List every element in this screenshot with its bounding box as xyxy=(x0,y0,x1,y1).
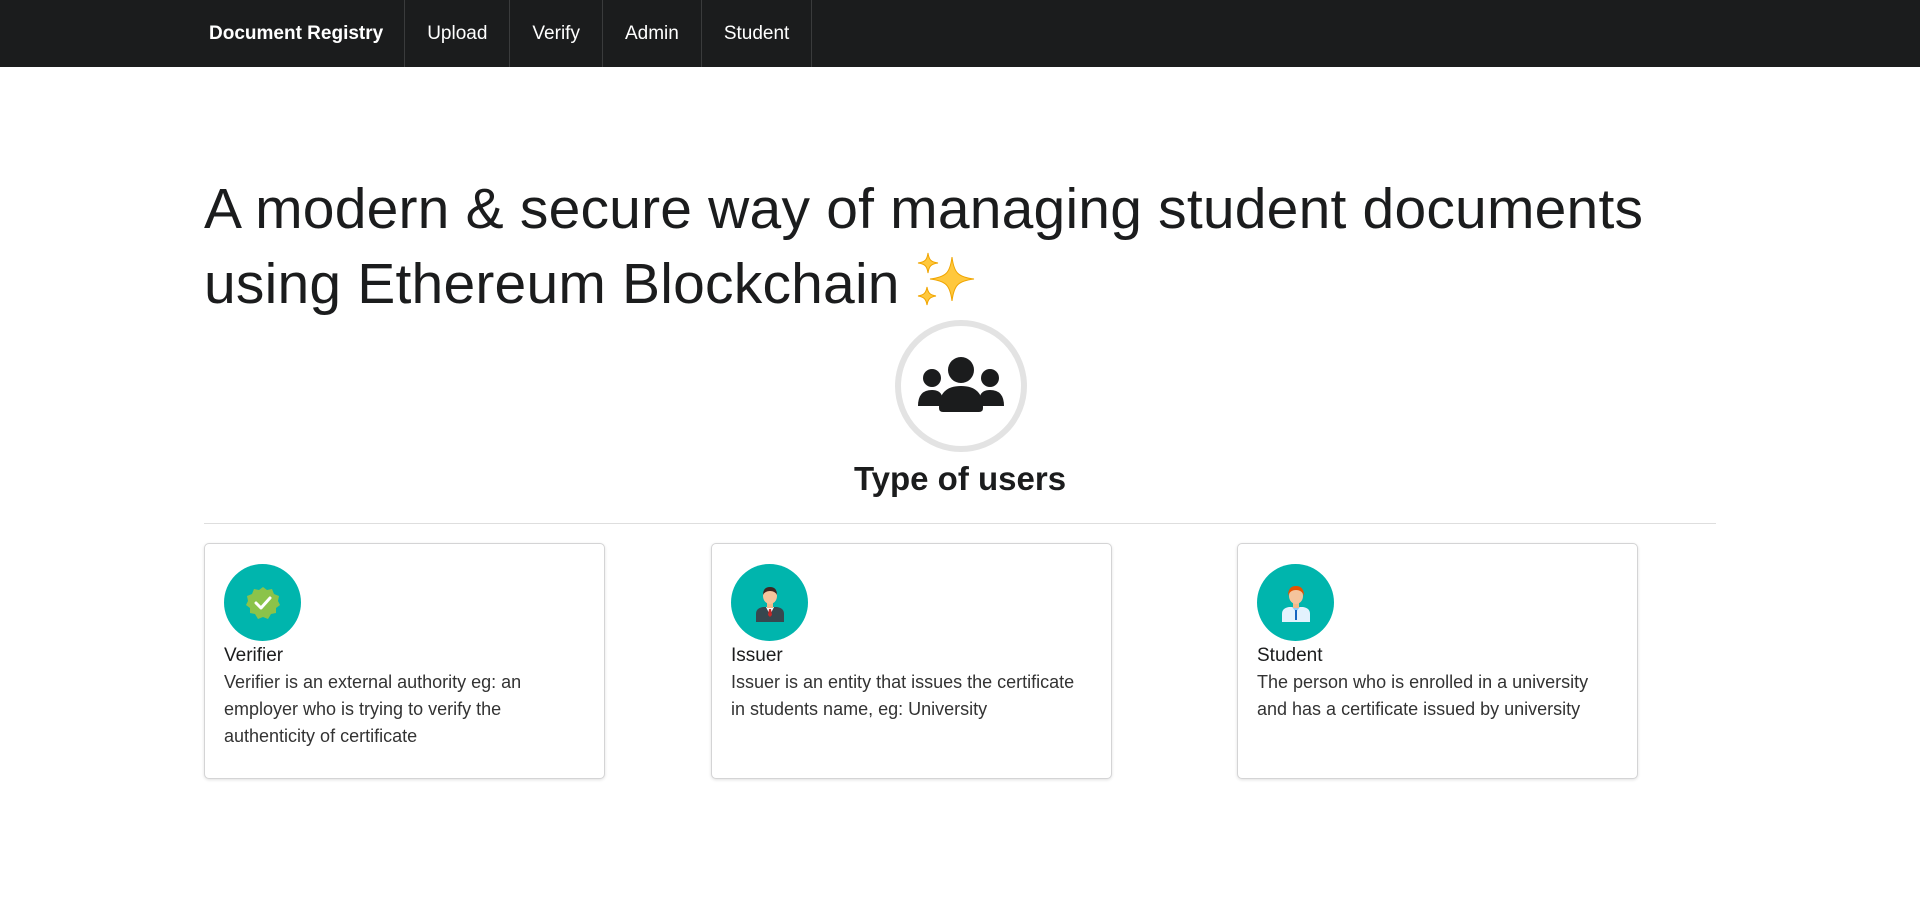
verifier-avatar xyxy=(224,564,301,641)
card-description: The person who is enrolled in a universi… xyxy=(1257,672,1589,719)
businessman-icon xyxy=(755,586,784,622)
nav-item-verify[interactable]: Verify xyxy=(510,0,603,67)
nav-menu: Document Registry Upload Verify Admin St… xyxy=(187,0,813,67)
users-icon xyxy=(918,357,1004,412)
nav-item-upload[interactable]: Upload xyxy=(405,0,511,67)
card-title: Student xyxy=(1257,645,1323,666)
section-title-type-of-users: Type of users xyxy=(853,460,1067,497)
card-issuer: Issuer Issuer is an entity that issues t… xyxy=(711,543,1112,779)
issuer-avatar xyxy=(731,564,808,641)
card-title: Issuer xyxy=(731,645,783,666)
page-headline: A modern & secure way of managing studen… xyxy=(204,172,1744,322)
card-verifier: Verifier Verifier is an external authori… xyxy=(204,543,605,779)
student-avatar xyxy=(1257,564,1334,641)
nav-item-admin[interactable]: Admin xyxy=(603,0,702,67)
card-description: Issuer is an entity that issues the cert… xyxy=(731,672,1075,719)
verified-badge-icon xyxy=(245,586,280,619)
card-student: Student The person who is enrolled in a … xyxy=(1237,543,1638,779)
card-description: Verifier is an external authority eg: an… xyxy=(224,672,522,746)
users-icon-circle xyxy=(895,320,1027,452)
top-navbar: Document Registry Upload Verify Admin St… xyxy=(0,0,1920,67)
nav-item-student[interactable]: Student xyxy=(702,0,813,67)
sparkles-icon xyxy=(914,251,980,309)
section-divider xyxy=(204,523,1716,524)
card-title: Verifier xyxy=(224,645,284,666)
student-icon xyxy=(1281,585,1310,622)
nav-brand-document-registry[interactable]: Document Registry xyxy=(187,0,406,67)
